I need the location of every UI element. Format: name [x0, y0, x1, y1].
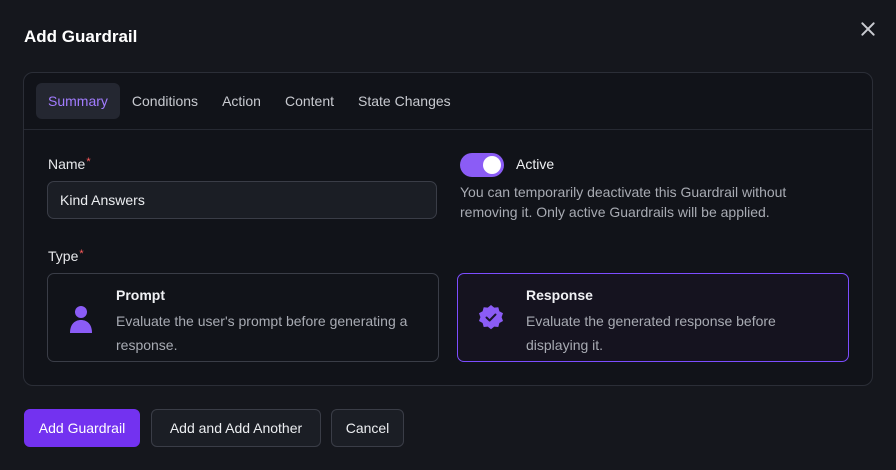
tab-bar: Summary Conditions Action Content State …	[36, 83, 463, 119]
tab-content[interactable]: Content	[273, 83, 346, 119]
tab-state-changes[interactable]: State Changes	[346, 83, 463, 119]
verified-badge-icon	[479, 305, 503, 330]
name-label: Name*	[48, 156, 91, 172]
tab-summary[interactable]: Summary	[36, 83, 120, 119]
prompt-title: Prompt	[116, 287, 165, 303]
toggle-knob	[483, 156, 501, 174]
required-mark: *	[79, 248, 84, 260]
add-and-add-another-button[interactable]: Add and Add Another	[151, 409, 321, 447]
tab-action[interactable]: Action	[210, 83, 273, 119]
modal-title: Add Guardrail	[24, 27, 138, 46]
type-option-prompt[interactable]: Prompt Evaluate the user's prompt before…	[47, 273, 439, 362]
guardrail-form-panel: Summary Conditions Action Content State …	[23, 72, 873, 386]
close-icon[interactable]	[858, 19, 878, 39]
add-guardrail-button[interactable]: Add Guardrail	[24, 409, 140, 447]
active-description: You can temporarily deactivate this Guar…	[460, 184, 787, 220]
type-label: Type*	[48, 248, 84, 264]
required-mark: *	[86, 156, 91, 168]
type-option-response[interactable]: Response Evaluate the generated response…	[457, 273, 849, 362]
tab-conditions[interactable]: Conditions	[120, 83, 210, 119]
tab-divider	[24, 129, 872, 130]
user-icon	[70, 306, 92, 333]
cancel-button[interactable]: Cancel	[331, 409, 404, 447]
add-guardrail-modal: Add Guardrail Summary Conditions Action …	[0, 0, 896, 470]
name-input[interactable]: Kind Answers	[47, 181, 437, 219]
response-description: Evaluate the generated response before d…	[526, 313, 776, 353]
response-title: Response	[526, 287, 593, 303]
active-toggle[interactable]	[460, 153, 504, 177]
active-label: Active	[516, 156, 555, 172]
prompt-description: Evaluate the user's prompt before genera…	[116, 313, 408, 353]
